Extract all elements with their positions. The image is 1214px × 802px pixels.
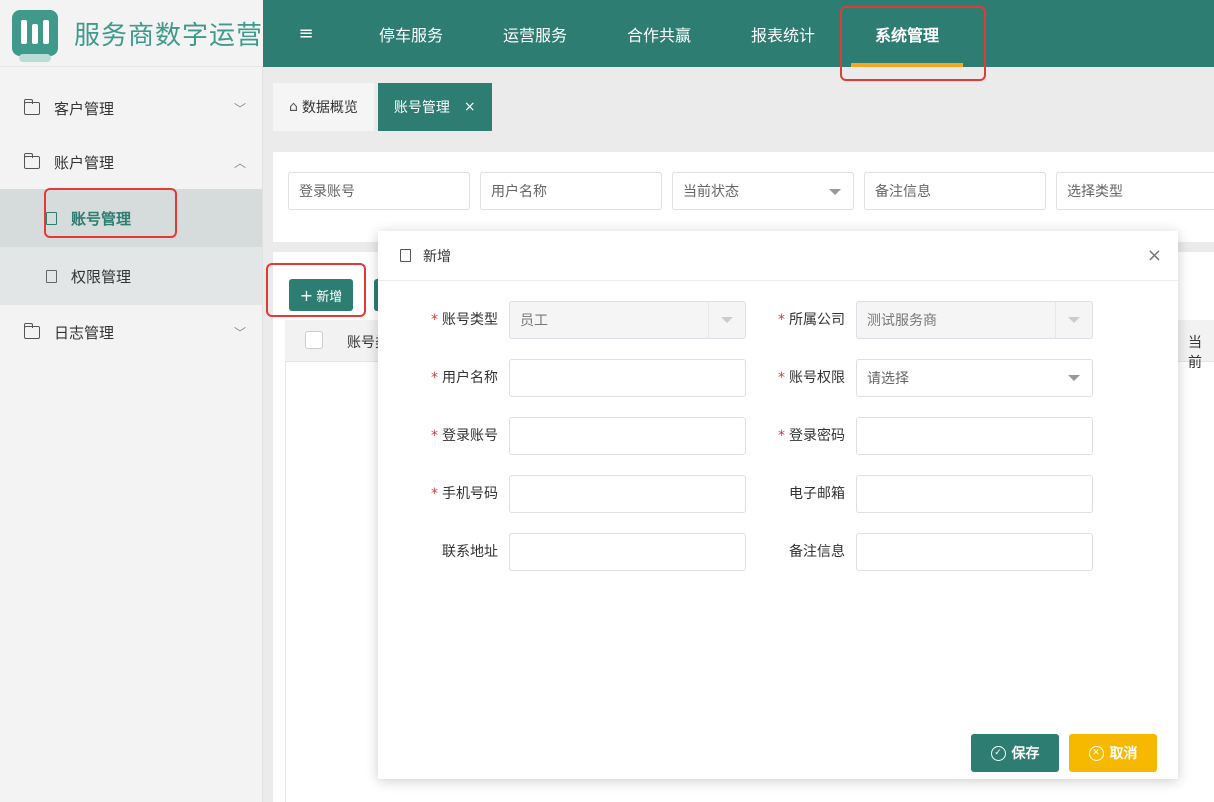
chevron-up-icon: ︿ — [233, 155, 246, 170]
add-button[interactable]: + 新增 — [289, 279, 353, 311]
filter-status-label: 当前状态 — [683, 184, 739, 200]
account-type-label: * 账号类型 — [431, 312, 498, 328]
select-all-checkbox[interactable] — [305, 331, 323, 349]
filter-type-select[interactable]: 选择类型 — [1056, 172, 1214, 210]
sidebar-group-label: 客户管理 — [54, 99, 115, 118]
address-input[interactable] — [509, 533, 746, 571]
document-icon — [46, 269, 57, 283]
permission-select[interactable]: 请选择 — [856, 359, 1093, 397]
close-circle-icon: ✕ — [1088, 745, 1104, 761]
add-account-dialog: 新增 × * 账号类型 员工 * 所属公司 测试服务商 * 用户名称 * 账号权限 请选… — [378, 231, 1178, 779]
add-button-label: 新增 — [316, 289, 343, 305]
nav-cooperation[interactable]: 合作共赢 — [597, 0, 721, 67]
login-account-label: * 登录账号 — [431, 428, 498, 444]
email-label: 电子邮箱 — [789, 486, 845, 502]
chevron-down-icon: ﹀ — [233, 101, 246, 116]
sidebar-item-account-management[interactable]: 账号管理 — [0, 189, 262, 247]
folder-icon — [24, 98, 40, 115]
sidebar-item-permission-management[interactable]: 权限管理 — [0, 247, 262, 305]
tab-label: 账号管理 — [393, 100, 450, 116]
permission-label: * 账号权限 — [778, 370, 845, 386]
filter-bar: 登录账号 用户名称 当前状态 备注信息 选择类型 — [273, 152, 1214, 242]
caret-down-icon — [829, 189, 841, 195]
nav-parking-service[interactable]: 停车服务 — [349, 0, 473, 67]
tab-data-overview[interactable]: ⌂ 数据概览 — [273, 83, 374, 131]
caret-down-icon — [1068, 317, 1080, 323]
menu-toggle-icon[interactable]: ≡ — [263, 0, 349, 67]
password-label: * 登录密码 — [778, 428, 845, 444]
cancel-button-label: 取消 — [1109, 746, 1138, 762]
caret-down-icon — [1068, 375, 1080, 381]
login-account-input[interactable] — [509, 417, 746, 455]
sidebar-item-label: 账号管理 — [71, 209, 132, 228]
document-icon — [46, 211, 57, 225]
filter-remark-input[interactable]: 备注信息 — [864, 172, 1046, 210]
sidebar-group-account[interactable]: 账户管理 ︿ — [0, 135, 262, 189]
folder-icon — [24, 152, 40, 169]
close-icon[interactable]: × — [1147, 245, 1162, 266]
chevron-down-icon: ﹀ — [233, 325, 246, 340]
logo-area: 服务商数字运营 — [0, 0, 263, 67]
tab-account-management[interactable]: 账号管理 × — [377, 83, 492, 131]
remark-input[interactable] — [856, 533, 1093, 571]
document-icon — [400, 249, 411, 262]
top-nav: ≡ 停车服务 运营服务 合作共赢 报表统计 系统管理 — [263, 0, 1214, 67]
sidebar: 客户管理 ﹀ 账户管理 ︿ 账号管理 权限管理 日志管理 ﹀ — [0, 67, 263, 802]
company-select[interactable]: 测试服务商 — [856, 301, 1093, 339]
sidebar-group-customer[interactable]: 客户管理 ﹀ — [0, 81, 262, 135]
home-icon: ⌂ — [289, 99, 298, 115]
sidebar-group-log[interactable]: 日志管理 ﹀ — [0, 305, 262, 359]
account-type-value: 员工 — [520, 313, 548, 329]
page-tabs: ⌂ 数据概览 账号管理 × — [273, 83, 496, 131]
nav-reports[interactable]: 报表统计 — [721, 0, 845, 67]
app-title: 服务商数字运营 — [74, 20, 264, 51]
sidebar-item-label: 权限管理 — [71, 267, 132, 286]
sidebar-group-label: 账户管理 — [54, 153, 115, 172]
user-name-input[interactable] — [509, 359, 746, 397]
close-icon[interactable]: × — [464, 99, 476, 115]
logo-icon — [12, 10, 58, 62]
table-border — [285, 362, 286, 802]
tab-label: 数据概览 — [301, 100, 358, 116]
email-input[interactable] — [856, 475, 1093, 513]
company-label: * 所属公司 — [778, 312, 845, 328]
dialog-title: 新增 — [423, 248, 451, 265]
folder-icon — [24, 322, 40, 339]
filter-user-name-input[interactable]: 用户名称 — [480, 172, 662, 210]
cancel-button[interactable]: ✕ 取消 — [1069, 734, 1157, 772]
company-value: 测试服务商 — [867, 313, 937, 329]
user-name-label: * 用户名称 — [431, 370, 498, 386]
nav-system-management[interactable]: 系统管理 — [845, 0, 969, 67]
plus-icon: + — [299, 285, 314, 305]
check-circle-icon: ✓ — [990, 745, 1006, 761]
save-button[interactable]: ✓ 保存 — [971, 734, 1059, 772]
nav-operation-service[interactable]: 运营服务 — [473, 0, 597, 67]
phone-label: * 手机号码 — [431, 486, 498, 502]
column-header-status: 当前 — [1188, 335, 1202, 371]
dialog-header: 新增 — [378, 231, 1178, 281]
filter-login-account-input[interactable]: 登录账号 — [288, 172, 470, 210]
sidebar-submenu-account: 账号管理 权限管理 — [0, 189, 262, 305]
phone-input[interactable] — [509, 475, 746, 513]
filter-status-select[interactable]: 当前状态 — [672, 172, 854, 210]
address-label: 联系地址 — [442, 544, 498, 560]
header: 服务商数字运营 ≡ 停车服务 运营服务 合作共赢 报表统计 系统管理 — [0, 0, 1214, 67]
permission-placeholder: 请选择 — [867, 371, 909, 387]
sidebar-group-label: 日志管理 — [54, 323, 115, 342]
save-button-label: 保存 — [1011, 746, 1040, 762]
password-input[interactable] — [856, 417, 1093, 455]
remark-label: 备注信息 — [789, 544, 845, 560]
account-type-select[interactable]: 员工 — [509, 301, 746, 339]
